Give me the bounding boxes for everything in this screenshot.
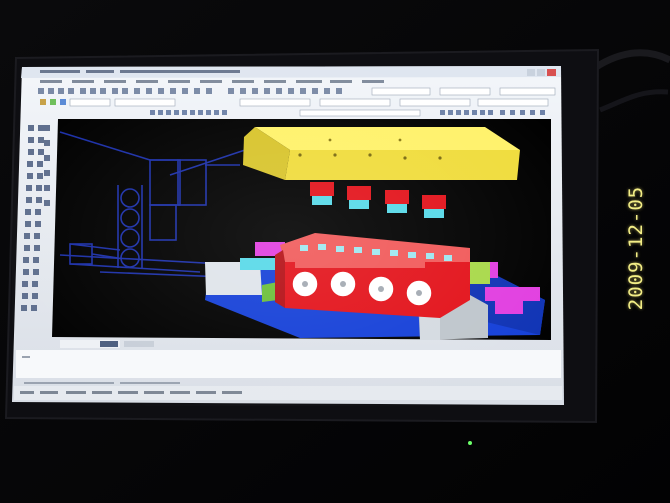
screen-glare	[12, 66, 564, 406]
power-led	[468, 441, 472, 445]
monitor-screen	[12, 66, 564, 406]
date-stamp: 2009-12-05	[625, 185, 647, 311]
photo-scene	[0, 0, 670, 503]
